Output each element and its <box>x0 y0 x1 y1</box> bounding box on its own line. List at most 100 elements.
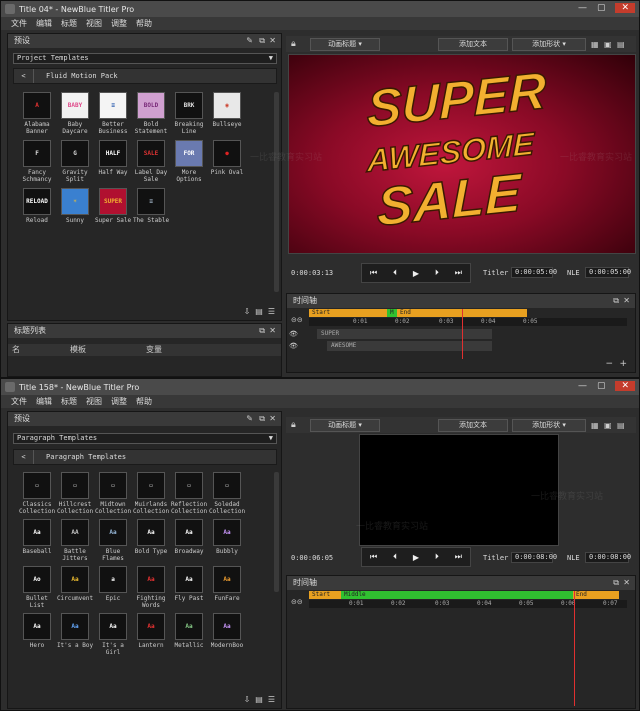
step-forward-icon[interactable]: ⏵ <box>435 268 439 278</box>
menu-edit[interactable]: 编辑 <box>36 396 52 407</box>
skip-start-icon[interactable]: ⏮ <box>370 552 377 562</box>
segment-end[interactable]: End <box>573 591 619 599</box>
maximize-icon[interactable]: ▢ <box>597 3 606 13</box>
template-item[interactable]: BOLD Bold Statement <box>132 92 170 135</box>
menu-file[interactable]: 文件 <box>11 18 27 29</box>
template-item[interactable]: AA Battle Jitters <box>56 519 94 562</box>
float-icon[interactable]: ⧉ <box>613 294 619 308</box>
skip-end-icon[interactable]: ⏭ <box>455 552 462 562</box>
menu-edit[interactable]: 编辑 <box>36 18 52 29</box>
col-variable[interactable]: 变量 <box>146 344 162 356</box>
play-icon[interactable]: ▶ <box>413 269 419 278</box>
menu-view[interactable]: 视图 <box>86 18 102 29</box>
segment-start[interactable]: Start <box>309 591 341 599</box>
segment-start[interactable]: Start <box>309 309 387 317</box>
time-ruler[interactable]: 0:01 0:02 0:03 0:04 0:05 <box>309 318 627 326</box>
menu-view[interactable]: 视图 <box>86 396 102 407</box>
minimize-icon[interactable]: — <box>578 3 587 13</box>
template-item[interactable]: ▭ Classics Collection <box>18 472 56 515</box>
template-item[interactable]: A Alabama Banner <box>18 92 56 135</box>
panel-close-icon[interactable]: ✕ <box>269 324 276 338</box>
animation-dropdown[interactable]: 动画标题 ▾ <box>310 418 380 432</box>
template-item[interactable]: FOR More Options <box>170 140 208 183</box>
link-icon[interactable]: ⊝⊝ <box>291 598 303 606</box>
back-arrow-icon[interactable]: < <box>14 450 34 464</box>
scrollbar[interactable] <box>274 472 279 592</box>
template-item[interactable]: Aa It's a Girl <box>94 613 132 656</box>
list-view-icon[interactable]: ☰ <box>268 695 275 704</box>
link-icon[interactable]: ⊝⊝ <box>291 316 303 324</box>
template-item[interactable]: RELOAD Reload <box>18 188 56 224</box>
template-item[interactable]: ≡ The Stable <box>132 188 170 224</box>
panel-close-icon[interactable]: ✕ <box>623 576 630 590</box>
template-item[interactable]: Aa Broadway <box>170 519 208 562</box>
template-item[interactable]: Aa Fighting Words <box>132 566 170 609</box>
template-item[interactable]: ≡ Better Business <box>94 92 132 135</box>
add-text-button[interactable]: 添加文本 <box>438 418 508 432</box>
step-back-icon[interactable]: ⏴ <box>393 552 397 562</box>
template-item[interactable]: Aa Blue Flames <box>94 519 132 562</box>
import-icon[interactable]: ⇩ <box>244 695 251 704</box>
minimize-icon[interactable]: — <box>578 381 587 391</box>
layout-icon[interactable]: ▤ <box>617 40 625 49</box>
menu-help[interactable]: 帮助 <box>136 396 152 407</box>
preview-canvas[interactable]: SUPER AWESOME SALE <box>288 54 636 254</box>
template-item[interactable]: Aa Bold Type <box>132 519 170 562</box>
template-item[interactable]: BRK Breaking Line <box>170 92 208 135</box>
segment-middle[interactable]: M <box>387 309 397 317</box>
lock-icon[interactable]: 🔒︎ <box>291 39 296 49</box>
template-item[interactable]: SALE Label Day Sale <box>132 140 170 183</box>
template-item[interactable]: Aa Metallic <box>170 613 208 656</box>
scrollbar[interactable] <box>274 92 279 292</box>
step-forward-icon[interactable]: ⏵ <box>435 552 439 562</box>
template-item[interactable]: Aa ModernBoo <box>208 613 246 656</box>
float-icon[interactable]: ⧉ <box>259 34 265 48</box>
panel-close-icon[interactable]: ✕ <box>269 412 276 426</box>
float-icon[interactable]: ⧉ <box>613 576 619 590</box>
template-dropdown[interactable]: Project Templates ▼ <box>13 53 277 64</box>
folder-icon[interactable]: ▤ <box>255 307 263 316</box>
template-item[interactable]: ▭ Midtown Collection <box>94 472 132 515</box>
template-item[interactable]: F Fancy Schmancy <box>18 140 56 183</box>
template-item[interactable]: HALF Half Way <box>94 140 132 183</box>
folder-icon[interactable]: ▤ <box>255 695 263 704</box>
grid-icon[interactable]: ▦ <box>591 421 599 430</box>
maximize-icon[interactable]: ▢ <box>597 381 606 391</box>
template-item[interactable]: Aa Fly Past <box>170 566 208 609</box>
template-item[interactable]: Aa Circumvent <box>56 566 94 609</box>
float-icon[interactable]: ⧉ <box>259 324 265 338</box>
skip-start-icon[interactable]: ⏮ <box>370 268 377 278</box>
preview-canvas[interactable] <box>359 434 559 546</box>
template-item[interactable]: Ao Bullet List <box>18 566 56 609</box>
template-item[interactable]: ◉ Bullseye <box>208 92 246 135</box>
template-item[interactable]: SUPER Super Sale <box>94 188 132 224</box>
skip-end-icon[interactable]: ⏭ <box>455 268 462 278</box>
template-item[interactable]: ▭ Soledad Collection <box>208 472 246 515</box>
titler-duration[interactable]: 0:00:08:00 <box>511 552 557 563</box>
add-shape-button[interactable]: 添加形状 ▾ <box>512 418 586 432</box>
layer-row[interactable]: SUPER <box>317 329 492 339</box>
panel-close-icon[interactable]: ✕ <box>269 34 276 48</box>
back-arrow-icon[interactable]: < <box>14 69 34 83</box>
playhead[interactable] <box>574 591 575 706</box>
menu-adjust[interactable]: 调整 <box>111 396 127 407</box>
menu-adjust[interactable]: 调整 <box>111 18 127 29</box>
template-item[interactable]: Aa It's a Boy <box>56 613 94 656</box>
template-item[interactable]: ▭ Hillcrest Collection <box>56 472 94 515</box>
col-name[interactable]: 名 <box>12 344 20 356</box>
add-shape-button[interactable]: 添加形状 ▾ <box>512 37 586 51</box>
grid-icon[interactable]: ▦ <box>591 40 599 49</box>
zoom-in-button[interactable]: + <box>619 359 627 369</box>
template-item[interactable]: G Gravity Split <box>56 140 94 183</box>
layout-icon[interactable]: ▤ <box>617 421 625 430</box>
list-view-icon[interactable]: ☰ <box>268 307 275 316</box>
playhead[interactable] <box>462 309 463 359</box>
template-item[interactable]: Aa Bubbly <box>208 519 246 562</box>
layer-row[interactable]: AWESOME <box>327 341 492 351</box>
template-item[interactable]: ▭ Reflection Collection <box>170 472 208 515</box>
animation-dropdown[interactable]: 动画标题 ▾ <box>310 37 380 51</box>
import-icon[interactable]: ⇩ <box>244 307 251 316</box>
template-dropdown[interactable]: Paragraph Templates ▼ <box>13 433 277 444</box>
eye-icon[interactable]: 👁︎ <box>289 330 298 338</box>
template-item[interactable]: BABY Baby Daycare <box>56 92 94 135</box>
